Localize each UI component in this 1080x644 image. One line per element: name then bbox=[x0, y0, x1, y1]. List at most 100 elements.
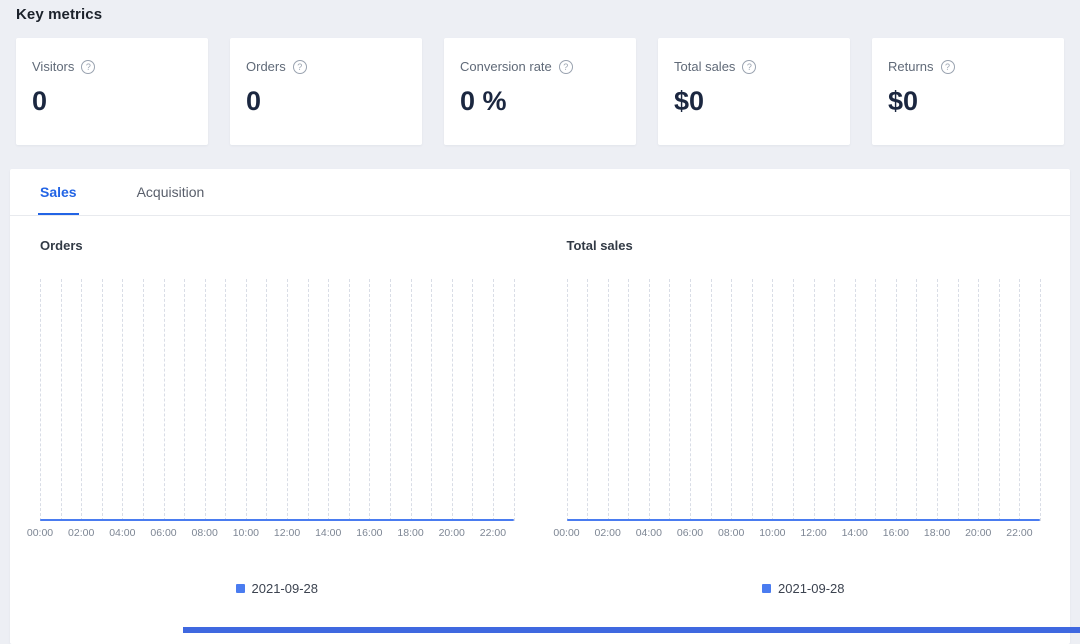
help-icon[interactable]: ? bbox=[558, 59, 573, 74]
gridline bbox=[690, 279, 692, 521]
legend-item[interactable]: 2021-09-28 bbox=[40, 581, 514, 596]
page-title: Key metrics bbox=[16, 6, 103, 23]
x-tick: 12:00 bbox=[273, 527, 301, 539]
gridline bbox=[472, 279, 474, 521]
gridline bbox=[937, 279, 939, 521]
metric-card-header: Visitors? bbox=[32, 59, 192, 74]
chart-total-sales: Total sales 00:00 02:00 04:00 06:00 08:00 10:0… bbox=[553, 238, 1041, 596]
bottom-scroll-indicator[interactable] bbox=[183, 627, 1080, 633]
gridline bbox=[566, 279, 568, 521]
series-line bbox=[40, 519, 514, 521]
gridline bbox=[772, 279, 774, 521]
x-tick: 06:00 bbox=[150, 527, 177, 539]
metric-card-header: Total sales? bbox=[674, 59, 834, 74]
gridline bbox=[163, 279, 165, 521]
x-tick: 06:00 bbox=[676, 527, 704, 539]
help-icon[interactable]: ? bbox=[292, 59, 307, 74]
help-icon[interactable]: ? bbox=[940, 59, 955, 74]
plot-area bbox=[566, 279, 1041, 521]
gridline bbox=[1019, 279, 1021, 521]
series-line bbox=[566, 519, 1040, 521]
analytics-panel: Sales Acquisition Orders 00:00 02:00 04:00 06… bbox=[10, 169, 1070, 644]
gridline bbox=[60, 279, 62, 521]
legend-item[interactable]: 2021-09-28 bbox=[567, 581, 1041, 596]
x-tick: 14:00 bbox=[315, 527, 342, 539]
gridline bbox=[142, 279, 144, 521]
gridline bbox=[204, 279, 206, 521]
metric-label: Total sales bbox=[674, 59, 736, 74]
charts-row: Orders 00:00 02:00 04:00 06:00 08:00 10:00 12:0… bbox=[10, 216, 1070, 596]
x-tick: 08:00 bbox=[191, 527, 218, 539]
x-tick: 08:00 bbox=[718, 527, 745, 539]
gridline bbox=[587, 279, 589, 521]
gridline bbox=[225, 279, 227, 521]
gridline bbox=[431, 279, 433, 521]
gridline bbox=[751, 279, 753, 521]
metric-label: Orders bbox=[246, 59, 286, 74]
legend-label: 2021-09-28 bbox=[778, 581, 845, 596]
x-tick: 20:00 bbox=[438, 527, 465, 539]
legend-marker bbox=[235, 584, 245, 593]
x-tick: 02:00 bbox=[68, 527, 95, 539]
gridline bbox=[978, 279, 980, 521]
gridline bbox=[607, 279, 609, 521]
gridline bbox=[628, 279, 630, 521]
metric-value: 0 bbox=[32, 86, 48, 116]
gridline bbox=[710, 279, 712, 521]
gridline bbox=[101, 279, 103, 521]
metric-card-visitors: Visitors? 0 bbox=[16, 38, 208, 145]
chart-orders: Orders 00:00 02:00 04:00 06:00 08:00 10:00 12:0… bbox=[27, 238, 515, 596]
chart-title: Orders bbox=[40, 238, 83, 253]
x-tick: 18:00 bbox=[923, 527, 951, 539]
gridline bbox=[492, 279, 494, 521]
gridline bbox=[998, 279, 1000, 521]
metric-value: 0 % bbox=[460, 86, 507, 116]
x-tick: 00:00 bbox=[26, 527, 54, 539]
metric-label: Conversion rate bbox=[460, 59, 552, 74]
gridline bbox=[895, 279, 897, 521]
x-tick: 02:00 bbox=[594, 527, 621, 539]
x-tick: 16:00 bbox=[356, 527, 383, 539]
x-tick: 04:00 bbox=[635, 527, 662, 539]
x-tick: 22:00 bbox=[1006, 527, 1033, 539]
x-tick: 20:00 bbox=[965, 527, 992, 539]
gridline bbox=[451, 279, 453, 521]
help-icon[interactable]: ? bbox=[81, 59, 96, 74]
gridline bbox=[81, 279, 83, 521]
legend-marker bbox=[762, 584, 771, 593]
gridline bbox=[834, 279, 836, 521]
gridline bbox=[1040, 279, 1041, 521]
tab-sales[interactable]: Sales bbox=[38, 169, 79, 215]
x-tick: 00:00 bbox=[553, 527, 580, 539]
gridline bbox=[245, 279, 247, 521]
gridline bbox=[669, 279, 671, 521]
x-tick: 22:00 bbox=[479, 527, 507, 539]
metric-card-orders: Orders? 0 bbox=[230, 38, 422, 145]
tab-acquisition[interactable]: Acquisition bbox=[135, 169, 207, 215]
help-icon[interactable]: ? bbox=[742, 59, 757, 74]
x-axis: 00:00 02:00 04:00 06:00 08:00 10:00 12:00 14:00… bbox=[27, 527, 514, 543]
x-tick: 16:00 bbox=[882, 527, 910, 539]
gridline bbox=[410, 279, 412, 521]
legend-label: 2021-09-28 bbox=[251, 581, 319, 596]
metric-card-conversion-rate: Conversion rate? 0 % bbox=[444, 38, 636, 145]
gridline bbox=[307, 279, 309, 521]
gridline bbox=[813, 279, 815, 521]
metric-label: Visitors bbox=[32, 59, 75, 74]
chart-title: Total sales bbox=[566, 238, 633, 253]
gridline bbox=[348, 279, 350, 521]
gridline bbox=[854, 279, 856, 521]
gridline bbox=[266, 279, 268, 521]
metric-card-total-sales: Total sales? $0 bbox=[658, 38, 850, 145]
gridline bbox=[369, 279, 371, 521]
gridline bbox=[957, 279, 959, 521]
gridline bbox=[389, 279, 391, 521]
gridline bbox=[287, 279, 289, 521]
gridline bbox=[513, 279, 515, 521]
gridline bbox=[875, 279, 877, 521]
analytics-dashboard: Key metrics Visitors? 0 Orders? 0 Conversion… bbox=[0, 0, 1080, 644]
plot-area bbox=[40, 279, 515, 521]
x-tick: 18:00 bbox=[397, 527, 424, 539]
x-axis: 00:00 02:00 04:00 06:00 08:00 10:00 12:00 14:00… bbox=[553, 527, 1041, 543]
metric-card-header: Conversion rate? bbox=[460, 59, 620, 74]
